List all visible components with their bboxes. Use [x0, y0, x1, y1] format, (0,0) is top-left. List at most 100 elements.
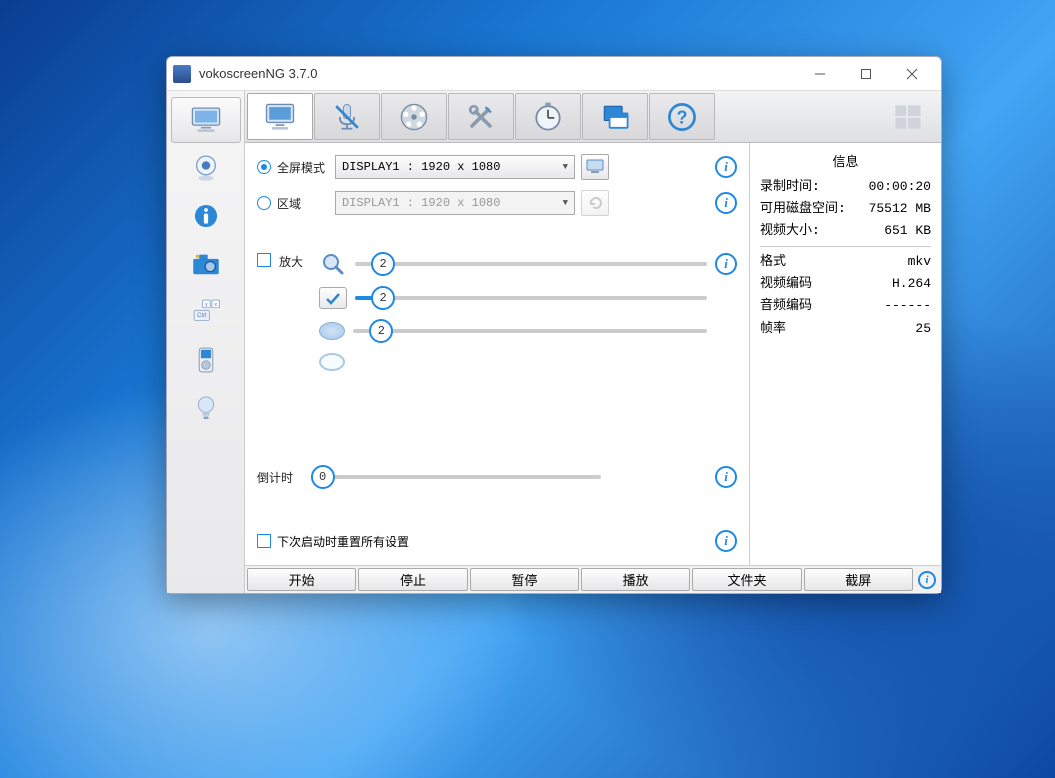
tab-audio[interactable]	[314, 93, 380, 140]
magnify-label: 放大	[279, 253, 311, 270]
area-row: 区域 DISPLAY1 : 1920 x 1080 ▼ i	[257, 189, 737, 217]
minimize-button[interactable]	[797, 59, 843, 89]
reset-row: 下次启动时重置所有设置 i	[257, 527, 737, 555]
fullscreen-label: 全屏模式	[277, 159, 329, 176]
magnify-checkbox[interactable]	[257, 253, 271, 267]
info-icon: i	[918, 571, 936, 589]
area-label: 区域	[277, 195, 329, 212]
close-icon	[906, 68, 918, 80]
tab-help[interactable]: ?	[649, 93, 715, 140]
tab-codec[interactable]	[381, 93, 447, 140]
play-button[interactable]: 播放	[581, 568, 690, 591]
chevron-down-icon: ▼	[563, 162, 568, 172]
fullscreen-row: 全屏模式 DISPLAY1 : 1920 x 1080 ▼ i	[257, 153, 737, 181]
maximize-button[interactable]	[843, 59, 889, 89]
tab-screen[interactable]	[247, 93, 313, 140]
sidebar-item-webcam[interactable]	[171, 145, 241, 191]
keyboard-icon: y x Ctrl	[189, 298, 223, 326]
close-button[interactable]	[889, 59, 935, 89]
sidebar-item-player[interactable]	[171, 337, 241, 383]
settings-column: 全屏模式 DISPLAY1 : 1920 x 1080 ▼ i	[245, 143, 749, 565]
info-row: 格式mkv	[760, 251, 931, 273]
ellipse-fill-icon	[319, 322, 345, 340]
magnify-circle-row	[319, 353, 707, 371]
svg-text:?: ?	[677, 107, 688, 127]
info-row: 可用磁盘空间:75512 MB	[760, 198, 931, 220]
tab-windows[interactable]	[582, 93, 648, 140]
monitor-small-icon	[586, 159, 604, 175]
area-radio[interactable]	[257, 196, 271, 210]
info-button[interactable]: i	[715, 192, 737, 214]
fullscreen-display-select[interactable]: DISPLAY1 : 1920 x 1080 ▼	[335, 155, 575, 179]
info-row: 音频编码------	[760, 295, 931, 317]
countdown-label: 倒计时	[257, 469, 305, 486]
start-button[interactable]: 开始	[247, 568, 356, 591]
help-icon: ?	[664, 99, 700, 135]
app-icon	[173, 65, 191, 83]
info-big-icon	[189, 202, 223, 230]
webcam-icon	[189, 154, 223, 182]
fullscreen-radio[interactable]	[257, 160, 271, 174]
camera-icon	[189, 250, 223, 278]
tab-os	[878, 93, 938, 140]
info-button[interactable]: i	[715, 156, 737, 178]
tab-timer[interactable]	[515, 93, 581, 140]
sidebar-item-screen[interactable]	[171, 97, 241, 143]
countdown-slider[interactable]: 0	[311, 467, 601, 487]
info-title: 信息	[760, 151, 931, 170]
windows-logo-icon	[890, 99, 926, 135]
sidebar-item-keys[interactable]: y x Ctrl	[171, 289, 241, 335]
magnify-block: 放大 2	[257, 253, 737, 371]
info-row: 录制时间:00:00:20	[760, 176, 931, 198]
titlebar: vokoscreenNG 3.7.0	[167, 57, 941, 91]
window-controls	[797, 59, 935, 89]
minimize-icon	[814, 68, 826, 80]
main-area: ?	[245, 91, 941, 593]
area-display-select: DISPLAY1 : 1920 x 1080 ▼	[335, 191, 575, 215]
magnify-zoom-row: 2	[319, 253, 707, 275]
info-row: 帧率25	[760, 318, 931, 340]
slider-thumb[interactable]: 2	[369, 319, 393, 343]
magnify-rect-slider[interactable]: 2	[355, 288, 707, 308]
select-value: DISPLAY1 : 1920 x 1080	[342, 196, 500, 210]
clock-icon	[530, 99, 566, 135]
info-button[interactable]: i	[715, 530, 737, 552]
info-button[interactable]: i	[715, 466, 737, 488]
magnifier-icon	[319, 253, 347, 275]
window-title: vokoscreenNG 3.7.0	[199, 66, 797, 81]
info-button[interactable]: i	[715, 253, 737, 275]
pause-button[interactable]: 暂停	[470, 568, 579, 591]
reset-checkbox[interactable]	[257, 534, 271, 548]
svg-text:Ctrl: Ctrl	[197, 313, 206, 319]
stop-button[interactable]: 停止	[358, 568, 467, 591]
slider-thumb[interactable]: 0	[311, 465, 335, 489]
rectangle-check-icon	[319, 287, 347, 309]
tab-tools[interactable]	[448, 93, 514, 140]
film-reel-icon	[396, 99, 432, 135]
tab-bar: ?	[245, 91, 941, 143]
bottom-info-button[interactable]: i	[915, 568, 939, 591]
info-row: 视频大小:651 KB	[760, 220, 931, 242]
slider-thumb[interactable]: 2	[371, 286, 395, 310]
ipod-icon	[189, 346, 223, 374]
undo-icon	[587, 195, 603, 211]
magnify-zoom-slider[interactable]: 2	[355, 254, 707, 274]
sidebar-item-camera[interactable]	[171, 241, 241, 287]
screenshot-button[interactable]: 截屏	[804, 568, 913, 591]
content-area: y x Ctrl	[167, 91, 941, 593]
identify-display-button[interactable]	[581, 154, 609, 180]
settings-body: 全屏模式 DISPLAY1 : 1920 x 1080 ▼ i	[245, 143, 941, 565]
sidebar-item-ideas[interactable]	[171, 385, 241, 431]
area-reset-button	[581, 190, 609, 216]
folder-button[interactable]: 文件夹	[692, 568, 801, 591]
chevron-down-icon: ▼	[563, 198, 568, 208]
bottom-bar: 开始 停止 暂停 播放 文件夹 截屏 i	[245, 565, 941, 593]
tools-icon	[463, 99, 499, 135]
countdown-row: 倒计时 0 i	[257, 463, 737, 491]
app-window: vokoscreenNG 3.7.0	[166, 56, 942, 594]
slider-thumb[interactable]: 2	[371, 252, 395, 276]
monitor-icon	[262, 99, 298, 135]
magnify-ellipse-slider[interactable]: 2	[353, 321, 707, 341]
sidebar-item-mouse[interactable]	[171, 193, 241, 239]
magnify-rect-row: 2	[319, 287, 707, 309]
